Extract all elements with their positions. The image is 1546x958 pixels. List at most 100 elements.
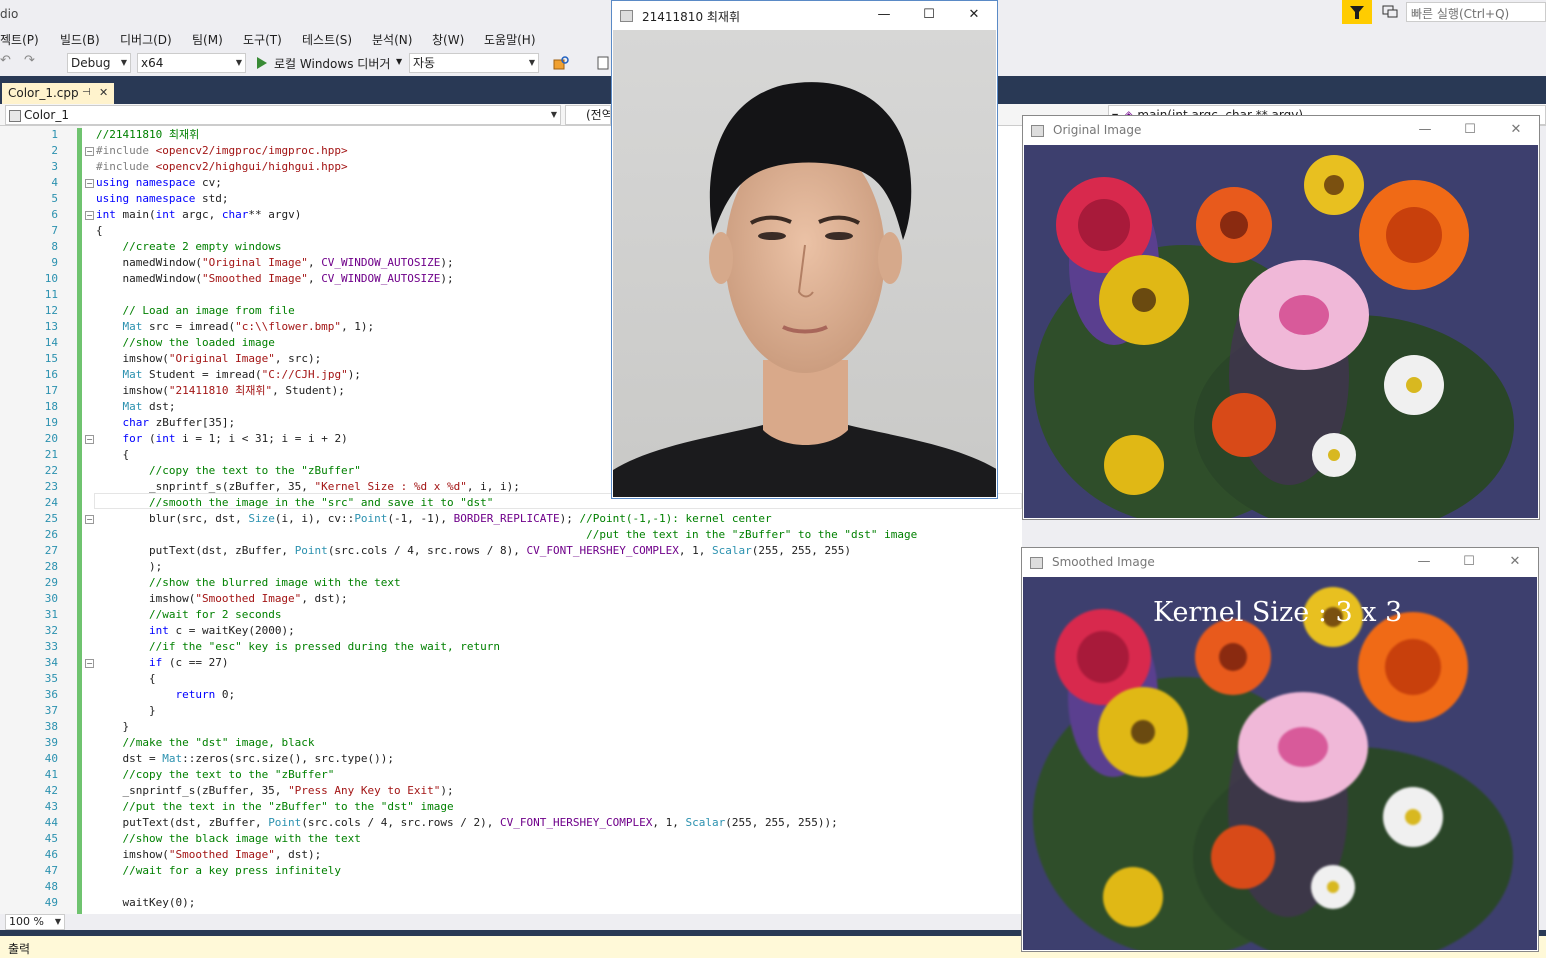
project-select[interactable]: Color_1 ▼	[5, 105, 561, 125]
redo-icon[interactable]: ↷	[24, 53, 35, 68]
quick-launch-input[interactable]: 빠른 실행(Ctrl+Q)	[1406, 2, 1546, 22]
line-number: 24	[44, 496, 58, 509]
line-number: 42	[44, 784, 58, 797]
line-number: 11	[44, 288, 58, 301]
chevron-down-icon: ▼	[528, 58, 535, 67]
code-line: waitKey(0);	[96, 896, 196, 909]
menu-project[interactable]: 젝트(P)	[0, 31, 39, 48]
line-number: 44	[44, 816, 58, 829]
maximize-icon[interactable]: ☐	[1459, 552, 1479, 572]
smoothed-image-window[interactable]: Smoothed Image — ☐ ✕ Kernel Size : 3 x 3	[1021, 547, 1539, 952]
close-icon[interactable]: ✕	[964, 5, 984, 25]
menu-test[interactable]: 테스트(S)	[302, 31, 352, 48]
student-window-title: 21411810 최재휘	[642, 10, 741, 24]
collapse-toggle-icon[interactable]: −	[85, 211, 94, 220]
code-line: //show the blurred image with the text	[148, 576, 401, 589]
close-icon[interactable]: ✕	[99, 83, 108, 103]
menu-debug[interactable]: 디버그(D)	[120, 31, 172, 48]
collapse-toggle-icon[interactable]: −	[85, 515, 94, 524]
menu-tools[interactable]: 도구(T)	[243, 31, 282, 48]
student-window-title-bar[interactable]: 21411810 최재휘 — ☐ ✕	[612, 1, 997, 30]
code-line: }	[96, 704, 156, 717]
code-line: namedWindow("Original Image", CV_WINDOW_…	[96, 256, 454, 269]
smoothed-window-title: Smoothed Image	[1052, 555, 1155, 569]
undo-icon[interactable]: ↶	[0, 53, 11, 68]
collapse-toggle-icon[interactable]: −	[85, 147, 94, 156]
filter-icon[interactable]	[1342, 0, 1372, 24]
minimize-icon[interactable]: —	[1415, 120, 1435, 140]
bookmark-icon[interactable]	[596, 54, 610, 72]
minimize-icon[interactable]: —	[874, 5, 894, 25]
pin-icon[interactable]: ⊣	[82, 83, 91, 103]
code-line: //21411810 최재휘	[96, 128, 200, 141]
change-tracking-bar	[77, 128, 82, 914]
window-icon	[1031, 125, 1044, 137]
tab-filename: Color_1.cpp	[8, 86, 79, 100]
line-number: 9	[51, 256, 58, 269]
code-line: blur(src, dst, Size(i, i), cv::Point(-1,…	[96, 512, 772, 525]
line-number: 31	[44, 608, 58, 621]
code-line: Mat Student = imread("C://CJH.jpg");	[122, 368, 361, 381]
code-line: imshow("Original Image", src);	[96, 352, 322, 365]
app-title: dio	[0, 7, 19, 21]
original-window-title-bar[interactable]: Original Image — ☐ ✕	[1023, 116, 1539, 145]
line-number: 18	[44, 400, 58, 413]
code-line: //copy the text to the "zBuffer"	[122, 768, 335, 781]
debugger-label: 로컬 Windows 디버거	[274, 57, 391, 71]
collapse-toggle-icon[interactable]: −	[85, 435, 94, 444]
line-number: 20	[44, 432, 58, 445]
collapse-toggle-icon[interactable]: −	[85, 179, 94, 188]
line-number: 16	[44, 368, 58, 381]
find-icon[interactable]	[552, 54, 572, 72]
menu-team[interactable]: 팀(M)	[192, 31, 223, 48]
zoom-value: 100 %	[9, 915, 44, 928]
line-number: 5	[51, 192, 58, 205]
maximize-icon[interactable]: ☐	[919, 5, 939, 25]
code-line: dst = Mat::zeros(src.size(), src.type())…	[96, 752, 395, 765]
code-line: int main(int argc, char** argv)	[96, 208, 302, 221]
chevron-down-icon: ▼	[396, 57, 403, 66]
code-line: //put the text in the "zBuffer" to the "…	[122, 800, 454, 813]
original-image-window[interactable]: Original Image — ☐ ✕	[1022, 115, 1540, 520]
line-number: 28	[44, 560, 58, 573]
line-number: 14	[44, 336, 58, 349]
minimize-icon[interactable]: —	[1414, 552, 1434, 572]
code-line: //smooth the image in the "src" and save…	[148, 496, 494, 509]
code-line: imshow("Smoothed Image", dst);	[96, 592, 348, 605]
collapse-toggle-icon[interactable]: −	[85, 659, 94, 668]
zoom-select[interactable]: 100 % ▼	[5, 914, 65, 930]
platform-select[interactable]: x64 ▼	[137, 53, 246, 73]
line-number: 34	[44, 656, 58, 669]
chevron-down-icon: ▼	[54, 917, 61, 926]
flower-image-smoothed: Kernel Size : 3 x 3	[1023, 577, 1537, 950]
smoothed-window-title-bar[interactable]: Smoothed Image — ☐ ✕	[1022, 548, 1538, 577]
close-icon[interactable]: ✕	[1506, 120, 1526, 140]
line-number: 45	[44, 832, 58, 845]
line-number: 22	[44, 464, 58, 477]
line-number: 41	[44, 768, 58, 781]
code-line: {	[96, 448, 130, 461]
config-value: Debug	[71, 56, 111, 70]
config-select[interactable]: Debug ▼	[67, 53, 131, 73]
feedback-icon[interactable]	[1380, 3, 1400, 21]
maximize-icon[interactable]: ☐	[1460, 120, 1480, 140]
code-line: //show the black image with the text	[122, 832, 361, 845]
close-icon[interactable]: ✕	[1505, 552, 1525, 572]
menu-analyze[interactable]: 분석(N)	[372, 31, 412, 48]
scope-select[interactable]: (전역	[565, 105, 611, 125]
menu-build[interactable]: 빌드(B)	[60, 31, 100, 48]
student-photo	[613, 30, 996, 497]
line-number: 1	[51, 128, 58, 141]
line-number: 32	[44, 624, 58, 637]
start-debugger-button[interactable]: 로컬 Windows 디버거 ▼	[254, 54, 406, 72]
menu-help[interactable]: 도움말(H)	[484, 31, 536, 48]
menu-window[interactable]: 창(W)	[432, 31, 464, 48]
code-line: //create 2 empty windows	[122, 240, 282, 253]
mode-value: 자동	[413, 56, 436, 70]
play-icon	[257, 57, 267, 69]
line-number: 49	[44, 896, 58, 909]
student-image-window[interactable]: 21411810 최재휘 — ☐ ✕	[611, 0, 998, 499]
tab-color-1-cpp[interactable]: Color_1.cpp ⊣ ✕	[2, 83, 114, 104]
flower-bouquet-graphic	[1023, 577, 1537, 950]
mode-select[interactable]: 자동 ▼	[409, 53, 539, 73]
